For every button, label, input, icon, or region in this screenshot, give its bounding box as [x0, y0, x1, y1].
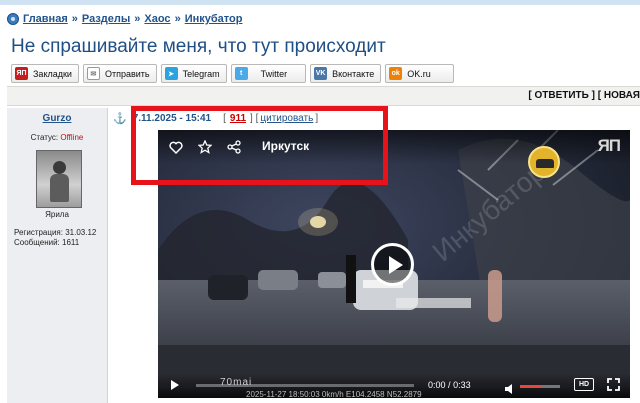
post-meta: ⚓ 7.11.2025 - 15:41 [911] [цитировать] — [113, 112, 318, 125]
post-toolbar: [ ОТВЕТИТЬ ] [ НОВАЯ — [7, 86, 640, 106]
page-title: Не спрашивайте меня, что тут происходит — [11, 36, 386, 57]
author-name[interactable]: Gurzo — [7, 113, 107, 124]
share-button-label: Закладки — [33, 68, 72, 79]
play-icon — [171, 380, 179, 390]
breadcrumb-separator: » — [71, 13, 78, 25]
video-location-title: Иркутск — [262, 139, 310, 153]
volume-slider[interactable] — [520, 385, 560, 388]
time-total: 0:33 — [453, 380, 471, 390]
share-twitter-button[interactable]: t Twitter — [230, 64, 307, 83]
play-button[interactable] — [371, 243, 414, 286]
time-display: 0:00 / 0:33 — [428, 380, 471, 390]
quote-link[interactable]: цитировать — [260, 113, 313, 124]
breadcrumb-sections[interactable]: Разделы — [82, 13, 130, 25]
post-date: 7.11.2025 - 15:41 — [132, 113, 212, 124]
envelope-icon: ✉ — [86, 67, 100, 80]
breadcrumb-home[interactable]: Главная — [23, 13, 68, 25]
breadcrumb-incubator[interactable]: Инкубатор — [185, 13, 243, 25]
registration-date: Регистрация: 31.03.12 — [14, 228, 97, 237]
share-ok-button[interactable]: ok OK.ru — [385, 64, 454, 83]
time-current: 0:00 — [428, 380, 446, 390]
avatar[interactable] — [36, 150, 82, 208]
author-stats: Регистрация: 31.03.12 Сообщений: 1611 — [14, 228, 96, 248]
heart-icon — [169, 141, 183, 154]
reply-link[interactable]: ОТВЕТИТЬ — [534, 90, 588, 101]
message-count: Сообщений: 1611 — [14, 238, 80, 247]
share-button[interactable] — [226, 139, 242, 155]
volume-level — [520, 385, 542, 388]
hd-button[interactable]: HD — [574, 378, 594, 391]
share-telegram-button[interactable]: ➤ Telegram — [160, 64, 227, 83]
play-control-button[interactable] — [168, 378, 182, 392]
post-number-link[interactable]: 911 — [230, 113, 246, 124]
dashcam-logo: 70mai — [220, 377, 253, 388]
video-player[interactable]: Инкубатор Иркутск ЯП 70mai 2025-11-27 18… — [158, 130, 630, 398]
share-button-label: Telegram — [182, 68, 220, 79]
home-icon[interactable] — [7, 13, 19, 25]
star-icon — [198, 140, 212, 154]
status-badge: Offline — [60, 133, 84, 142]
new-topic-link[interactable]: НОВАЯ — [604, 90, 640, 101]
time-separator: / — [448, 380, 451, 390]
post-links: [911] [цитировать] — [223, 113, 319, 124]
volume-button[interactable] — [505, 381, 516, 394]
fullscreen-icon — [607, 378, 620, 391]
breadcrumb: Главная » Разделы » Хаос » Инкубатор — [7, 11, 242, 27]
share-send-button[interactable]: ✉ Отправить — [82, 64, 157, 83]
channel-badge-icon — [528, 146, 560, 178]
anchor-icon[interactable]: ⚓ — [113, 112, 127, 125]
fullscreen-button[interactable] — [607, 378, 620, 391]
author-sidebar: Gurzo Статус: Offline Ярила Регистрация:… — [7, 108, 107, 403]
author-status: Статус: Offline — [7, 133, 107, 142]
breadcrumb-separator: » — [134, 13, 141, 25]
favorite-button[interactable] — [197, 139, 213, 155]
yap-icon: ЯП — [15, 67, 28, 80]
telegram-icon: ➤ — [164, 67, 178, 80]
author-nick: Ярила — [45, 210, 69, 219]
share-bookmarks-button[interactable]: ЯП Закладки — [11, 64, 79, 83]
twitter-icon: t — [234, 67, 248, 80]
dashcam-overlay: 2025-11-27 18:50:03 0km/h E104.2458 N52.… — [246, 390, 422, 398]
share-button-label: Twitter — [260, 68, 288, 79]
top-strip — [0, 0, 640, 5]
post-actions: [ ОТВЕТИТЬ ] [ НОВАЯ — [528, 90, 640, 101]
share-bar: ЯП Закладки ✉ Отправить ➤ Telegram t Twi… — [11, 64, 454, 83]
like-button[interactable] — [168, 139, 184, 155]
share-vk-button[interactable]: VK Вконтакте — [310, 64, 382, 83]
breadcrumb-separator: » — [174, 13, 181, 25]
share-button-label: Отправить — [104, 68, 150, 79]
status-label: Статус: — [30, 133, 59, 142]
share-button-label: Вконтакте — [332, 68, 375, 79]
speaker-icon — [505, 384, 512, 394]
share-icon — [227, 140, 241, 154]
ok-icon: ok — [389, 67, 403, 80]
brand-logo: ЯП — [597, 136, 621, 155]
breadcrumb-chaos[interactable]: Хаос — [144, 13, 170, 25]
vk-icon: VK — [314, 67, 328, 80]
column-divider — [107, 108, 108, 403]
share-button-label: OK.ru — [407, 68, 431, 79]
